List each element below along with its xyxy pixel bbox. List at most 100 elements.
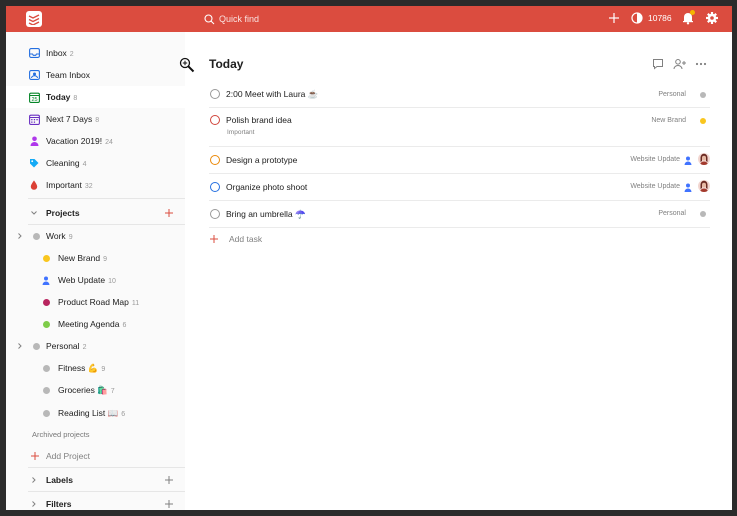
- project-color-dot: [700, 92, 706, 98]
- sidebar-item-count: 8: [95, 117, 100, 124]
- add-task-plus-icon[interactable]: [607, 11, 621, 25]
- assignee-avatar[interactable]: [698, 180, 710, 192]
- sidebar-project-personal[interactable]: Personal 2: [6, 335, 185, 357]
- task-complete-checkbox[interactable]: [210, 115, 220, 125]
- task-project-label[interactable]: New Brand: [651, 117, 686, 124]
- calendar-week-icon: [28, 113, 40, 125]
- sidebar-project-work[interactable]: Work 9: [6, 225, 185, 247]
- chevron-right-icon[interactable]: [16, 342, 24, 350]
- projects-header[interactable]: Projects: [6, 202, 185, 224]
- more-options-icon[interactable]: [695, 58, 707, 70]
- project-count: 9: [101, 365, 106, 373]
- filters-header[interactable]: Filters: [6, 493, 185, 510]
- task-title: Organize photo shoot: [226, 182, 308, 192]
- sidebar-item-count: 2: [69, 51, 74, 58]
- task-complete-checkbox[interactable]: [210, 89, 220, 99]
- sidebar-divider: [28, 198, 185, 199]
- sidebar-project-product-road-map[interactable]: Product Road Map 11: [6, 291, 185, 313]
- task-row[interactable]: Bring an umbrella ☂️ Personal: [209, 201, 710, 228]
- tag-icon: [28, 157, 40, 169]
- add-project-plus-icon[interactable]: [164, 208, 174, 218]
- task-project-label[interactable]: Website Update: [630, 156, 680, 163]
- task-title: Polish brand idea: [226, 115, 292, 125]
- project-label: Meeting Agenda: [58, 319, 120, 329]
- sidebar-project-web-update[interactable]: Web Update 10: [6, 269, 185, 291]
- quick-find-placeholder: Quick find: [219, 14, 260, 24]
- sidebar-project-meeting-agenda[interactable]: Meeting Agenda 6: [6, 313, 185, 335]
- sidebar-divider: [28, 467, 185, 468]
- quick-find-input[interactable]: Quick find: [204, 12, 259, 26]
- settings-gear-icon[interactable]: [705, 11, 719, 25]
- comment-icon[interactable]: [652, 58, 664, 70]
- chevron-right-icon[interactable]: [30, 476, 38, 484]
- task-row[interactable]: Polish brand idea Important New Brand: [209, 108, 710, 147]
- project-color-dot: [32, 232, 40, 240]
- project-label: Fitness 💪: [58, 362, 99, 373]
- project-label: Work: [46, 231, 66, 241]
- project-color-dot: [42, 254, 50, 262]
- sidebar-item-inbox[interactable]: Inbox 2: [6, 42, 185, 64]
- project-count: 2: [82, 344, 87, 351]
- share-add-person-icon[interactable]: [673, 58, 687, 70]
- sidebar-item-important[interactable]: Important 32: [6, 174, 185, 196]
- project-count: 7: [110, 387, 115, 395]
- sidebar-project-groceries[interactable]: Groceries 🛍️ 7: [6, 379, 185, 401]
- project-count: 9: [68, 234, 73, 241]
- task-title: Bring an umbrella ☂️: [226, 209, 306, 219]
- sidebar-project-fitness[interactable]: Fitness 💪 9: [6, 357, 185, 379]
- team-inbox-icon: [28, 69, 40, 81]
- task-project-label[interactable]: Personal: [658, 91, 686, 98]
- project-color-dot: [42, 364, 50, 372]
- add-label-plus-icon[interactable]: [164, 475, 174, 485]
- filters-label: Filters: [46, 499, 72, 509]
- sidebar-item-team-inbox[interactable]: Team Inbox: [6, 64, 185, 86]
- sidebar-item-vacation-2019[interactable]: Vacation 2019! 24: [6, 130, 185, 152]
- karma-button[interactable]: 10786: [631, 12, 672, 24]
- add-task-button[interactable]: Add task: [209, 234, 262, 244]
- sidebar-item-count: 8: [73, 95, 78, 102]
- task-row[interactable]: 2:00 Meet with Laura ☕ Personal: [209, 82, 710, 108]
- archived-projects-link[interactable]: Archived projects: [32, 430, 90, 439]
- person-icon: [28, 135, 40, 147]
- task-complete-checkbox[interactable]: [210, 182, 220, 192]
- task-row[interactable]: Organize photo shoot Website Update: [209, 174, 710, 201]
- sidebar-project-new-brand[interactable]: New Brand 9: [6, 247, 185, 269]
- project-color-dot: [42, 386, 50, 394]
- sidebar-item-label: Today: [46, 92, 71, 102]
- chevron-right-icon[interactable]: [16, 232, 24, 240]
- karma-score: 10786: [648, 13, 672, 23]
- labels-header[interactable]: Labels: [6, 469, 185, 491]
- sidebar-project-reading-list[interactable]: Reading List 📖 6: [6, 402, 185, 424]
- calendar-today-icon: 25: [28, 91, 40, 103]
- sidebar: Inbox 2 Team Inbox 25 Today 8 Next 7 Days 8: [6, 32, 185, 510]
- task-complete-checkbox[interactable]: [210, 209, 220, 219]
- sidebar-item-count: 32: [84, 183, 93, 190]
- task-row[interactable]: Design a prototype Website Update: [209, 147, 710, 174]
- chevron-right-icon[interactable]: [30, 500, 38, 508]
- sidebar-item-cleaning[interactable]: Cleaning 4: [6, 152, 185, 174]
- project-color-dot: [42, 298, 50, 306]
- notification-badge: [690, 10, 695, 15]
- project-color-dot: [700, 211, 706, 217]
- search-icon: [204, 13, 215, 24]
- task-label-tag[interactable]: Important: [227, 129, 254, 136]
- sidebar-item-next-7-days[interactable]: Next 7 Days 8: [6, 108, 185, 130]
- todoist-logo-icon[interactable]: [26, 11, 42, 27]
- zoom-in-cursor-icon: [179, 57, 195, 73]
- task-complete-checkbox[interactable]: [210, 155, 220, 165]
- assignee-avatar[interactable]: [698, 153, 710, 165]
- task-project-label[interactable]: Personal: [658, 210, 686, 217]
- add-project-button[interactable]: Add Project: [6, 445, 185, 467]
- project-label: Product Road Map: [58, 297, 129, 307]
- shared-project-person-icon: [684, 183, 692, 192]
- chevron-down-icon[interactable]: [30, 209, 38, 217]
- project-label: Reading List 📖: [58, 407, 119, 418]
- page-title: Today: [209, 57, 244, 71]
- task-project-label[interactable]: Website Update: [630, 183, 680, 190]
- sidebar-item-today[interactable]: 25 Today 8: [6, 86, 185, 108]
- add-filter-plus-icon[interactable]: [164, 499, 174, 509]
- project-count: 9: [103, 256, 107, 263]
- add-task-label: Add task: [229, 234, 263, 244]
- shared-project-person-icon: [42, 276, 50, 285]
- sidebar-item-label: Next 7 Days: [46, 114, 93, 124]
